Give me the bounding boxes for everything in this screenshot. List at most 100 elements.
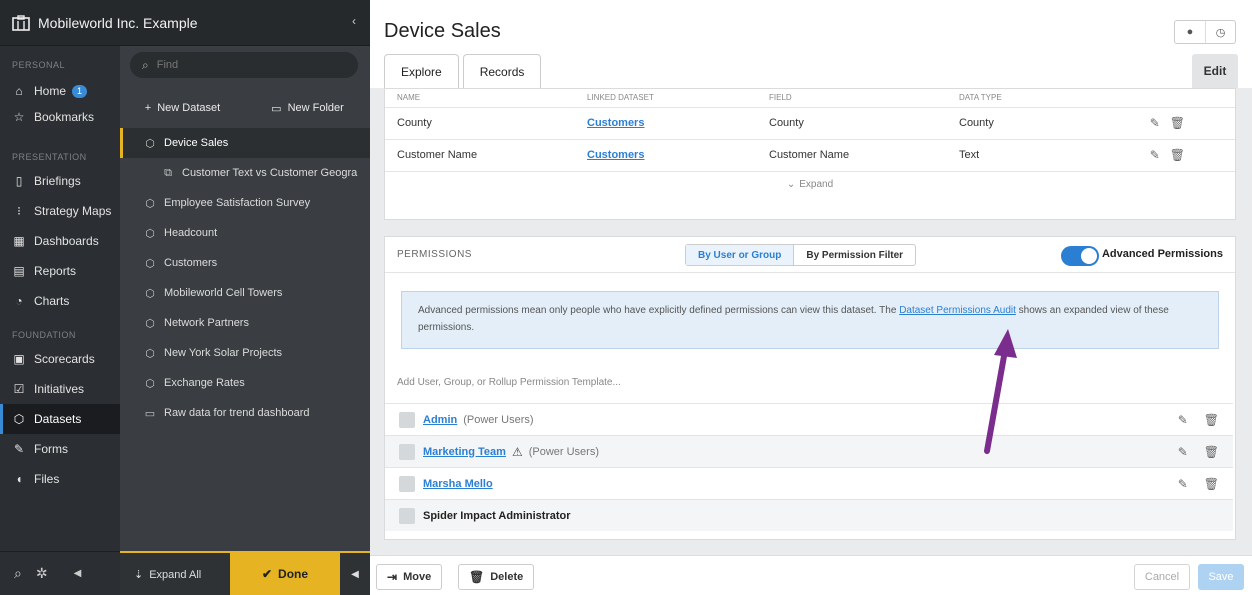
permission-row: Admin (Power Users) ✎ 🗑	[385, 403, 1233, 435]
tree-item-exchange-rates[interactable]: ⬡ Exchange Rates	[120, 368, 370, 398]
new-folder-button[interactable]: ▭ New Folder	[245, 102, 370, 115]
scorecard-icon: ▣	[13, 352, 25, 366]
dataset-icon: ⬡	[13, 412, 25, 426]
pencil-icon[interactable]: ✎	[1178, 413, 1188, 427]
permission-mode-switch: By User or Group By Permission Filter	[685, 244, 917, 266]
tree-item-label: Employee Satisfaction Survey	[164, 197, 311, 209]
tree-item-customers[interactable]: ⬡ Customers	[120, 248, 370, 278]
tree-item-solar-projects[interactable]: ⬡ New York Solar Projects	[120, 338, 370, 368]
permission-role: (Power Users)	[528, 445, 599, 458]
expand-all-button[interactable]: ⇣ Expand All	[120, 568, 230, 581]
trash-icon[interactable]: 🗑	[1170, 148, 1185, 162]
permission-name-link[interactable]: Marketing Team	[423, 446, 506, 458]
find-placeholder: Find	[156, 59, 179, 71]
tree-item-raw-data-folder[interactable]: ▭ Raw data for trend dashboard	[120, 398, 370, 428]
permission-name-link[interactable]: Marsha Mello	[423, 478, 493, 490]
add-permission-input[interactable]: Add User, Group, or Rollup Permission Te…	[397, 377, 621, 388]
expand-button[interactable]: ⌄ Expand	[385, 171, 1235, 197]
nav-label: Initiatives	[34, 382, 85, 396]
trash-icon[interactable]: 🗑	[1170, 116, 1185, 130]
building-icon	[12, 14, 30, 31]
pencil-icon[interactable]: ✎	[1178, 477, 1188, 491]
advanced-permissions-toggle[interactable]	[1061, 246, 1099, 266]
save-button[interactable]: Save	[1198, 564, 1244, 590]
cancel-button[interactable]: Cancel	[1134, 564, 1190, 590]
linked-dataset-link[interactable]: Customers	[587, 149, 644, 161]
app-window: Mobileworld Inc. Example ‹ PERSONAL ⌂ Ho…	[0, 0, 1252, 595]
nav-item-initiatives[interactable]: ☑ Initiatives	[0, 374, 120, 404]
fields-card: NAME LINKED DATASET FIELD DATA TYPE Coun…	[384, 88, 1236, 220]
permission-row: Spider Impact Administrator	[385, 499, 1233, 531]
dataset-icon: ⬡	[145, 197, 155, 210]
collapse-panel-icon[interactable]: ‹	[352, 14, 356, 28]
org-header[interactable]: Mobileworld Inc. Example ‹	[0, 0, 370, 46]
main-content: Device Sales ● ◷ Explore Records Edit NA…	[370, 0, 1252, 595]
linked-dataset-link[interactable]: Customers	[587, 117, 644, 129]
advanced-permissions-info: Advanced permissions mean only people wh…	[401, 291, 1219, 349]
nav-item-charts[interactable]: ◔ Charts	[0, 286, 120, 316]
search-icon[interactable]: ⌕	[14, 565, 22, 582]
nav-item-briefings[interactable]: ▯ Briefings	[0, 166, 120, 196]
move-button[interactable]: ⇥ Move	[376, 564, 443, 590]
tree-item-label: Exchange Rates	[164, 377, 245, 389]
nav-item-datasets[interactable]: ⬡ Datasets	[0, 404, 120, 434]
tree-item-employee-survey[interactable]: ⬡ Employee Satisfaction Survey	[120, 188, 370, 218]
tree-item-network-partners[interactable]: ⬡ Network Partners	[120, 308, 370, 338]
trash-icon[interactable]: 🗑	[1204, 445, 1219, 459]
tab-records[interactable]: Records	[462, 54, 542, 88]
nav-item-reports[interactable]: ▤ Reports	[0, 256, 120, 286]
new-dataset-label: New Dataset	[157, 102, 221, 114]
report-icon: ▤	[13, 264, 25, 278]
nav-item-files[interactable]: ◖ Files	[0, 464, 120, 494]
history-icon[interactable]: ◷	[1205, 21, 1235, 43]
trash-icon[interactable]: 🗑	[1204, 477, 1219, 491]
tree-item-customer-text[interactable]: ⧉ Customer Text vs Customer Geogra	[120, 158, 370, 188]
nav-label: Scorecards	[34, 352, 95, 366]
tab-bar: Explore Records	[384, 54, 545, 88]
checkbox-icon: ☑	[13, 382, 25, 396]
tab-explore[interactable]: Explore	[384, 54, 459, 88]
permissions-card: PERMISSIONS By User or Group By Permissi…	[384, 236, 1236, 540]
done-button[interactable]: ✔ Done	[230, 553, 340, 595]
folder-icon: ▭	[271, 102, 282, 115]
move-label: Move	[403, 571, 432, 583]
pencil-icon[interactable]: ✎	[1178, 445, 1188, 459]
tree-item-cell-towers[interactable]: ⬡ Mobileworld Cell Towers	[120, 278, 370, 308]
info-icon[interactable]: ●	[1175, 21, 1205, 43]
tree-item-label: New York Solar Projects	[164, 347, 282, 359]
nav-label: Forms	[34, 442, 68, 456]
nav-item-bookmarks[interactable]: ☆ Bookmarks	[0, 102, 120, 132]
collapse-tree-icon[interactable]: ◀	[340, 569, 370, 580]
by-permission-filter-button[interactable]: By Permission Filter	[793, 245, 915, 265]
linked-dataset-icon: ⧉	[164, 166, 172, 179]
tree-item-device-sales[interactable]: ⬡ Device Sales	[120, 128, 370, 158]
gear-icon[interactable]: ✲	[36, 565, 48, 582]
pencil-icon[interactable]: ✎	[1150, 148, 1160, 162]
new-dataset-button[interactable]: + New Dataset	[120, 102, 245, 114]
new-folder-label: New Folder	[287, 102, 344, 114]
nav-item-forms[interactable]: ✎ Forms	[0, 434, 120, 464]
nav-label: Strategy Maps	[34, 204, 112, 218]
row-field: County	[757, 106, 947, 139]
dashboard-icon: ▦	[13, 234, 25, 248]
delete-button[interactable]: 🗑 Delete	[458, 564, 535, 590]
dataset-permissions-audit-link[interactable]: Dataset Permissions Audit	[899, 305, 1016, 316]
tree-item-label: Network Partners	[164, 317, 249, 329]
tree-item-headcount[interactable]: ⬡ Headcount	[120, 218, 370, 248]
annotation-arrow	[984, 329, 1017, 454]
nav-item-scorecards[interactable]: ▣ Scorecards	[0, 344, 120, 374]
chart-icon: ◔	[15, 294, 23, 308]
nav-item-strategy-maps[interactable]: ⁝ Strategy Maps	[0, 196, 120, 226]
trash-icon[interactable]: 🗑	[1204, 413, 1219, 427]
nav-item-dashboards[interactable]: ▦ Dashboards	[0, 226, 120, 256]
collapse-nav-icon[interactable]: ◀	[74, 568, 82, 579]
permission-name-link[interactable]: Admin	[423, 414, 457, 426]
dataset-icon: ⬡	[145, 257, 155, 270]
find-input[interactable]: ⌕ Find	[130, 52, 358, 78]
pencil-icon[interactable]: ✎	[1150, 116, 1160, 130]
avatar	[399, 411, 415, 428]
edit-button[interactable]: Edit	[1192, 54, 1238, 88]
move-icon: ⇥	[387, 570, 398, 584]
by-user-or-group-button[interactable]: By User or Group	[686, 245, 794, 265]
org-name: Mobileworld Inc. Example	[38, 14, 198, 31]
